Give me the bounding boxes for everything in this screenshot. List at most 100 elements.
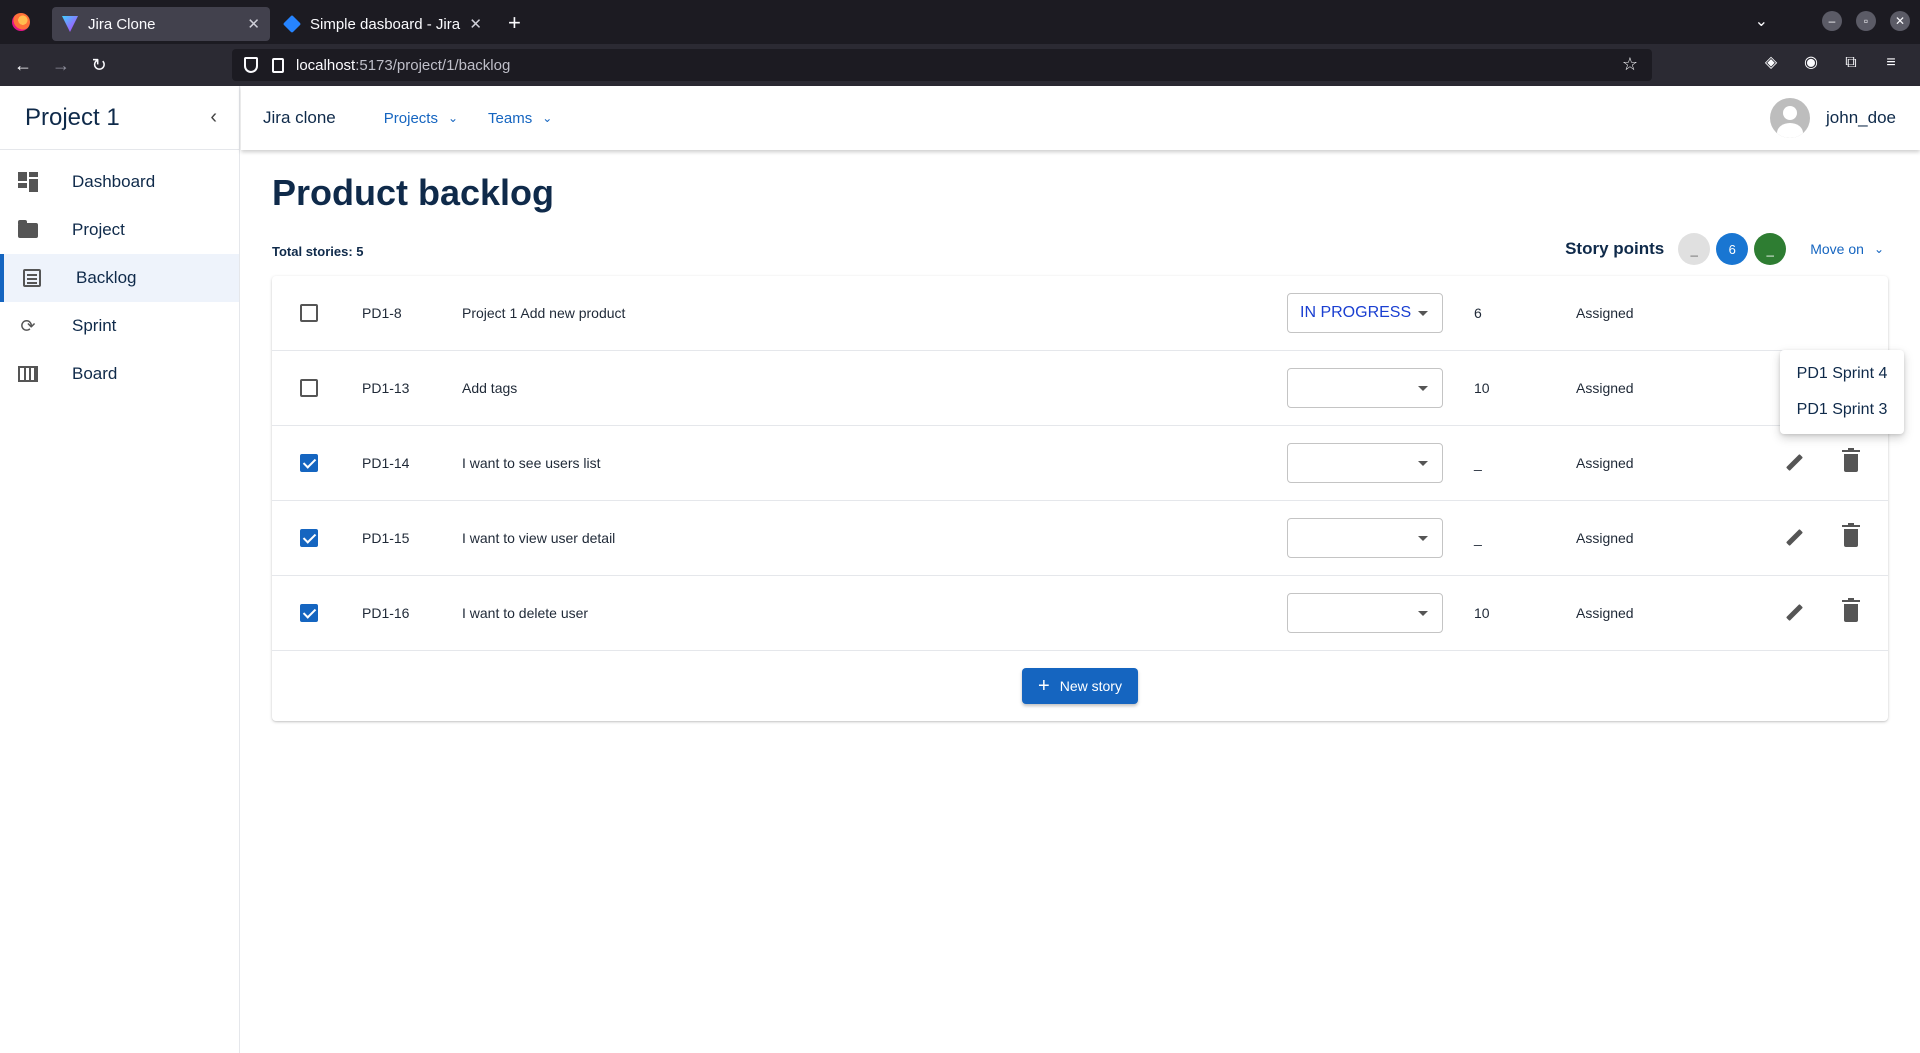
board-icon — [18, 364, 38, 384]
new-tab-icon[interactable]: + — [508, 10, 521, 36]
reload-icon[interactable]: ↻ — [84, 55, 114, 76]
story-points: 10 — [1474, 380, 1490, 396]
chevron-down-icon: ⌄ — [542, 111, 553, 125]
teams-menu-button[interactable]: Teams ⌄ — [488, 110, 552, 127]
menu-icon[interactable]: ≡ — [1882, 54, 1900, 72]
dashboard-icon — [18, 172, 38, 192]
move-on-menu: PD1 Sprint 4 PD1 Sprint 3 — [1780, 350, 1904, 434]
story-assignee: Assigned — [1576, 530, 1634, 546]
story-id: PD1-14 — [362, 455, 410, 471]
story-title: Project 1 Add new product — [462, 305, 626, 321]
firefox-logo-icon — [12, 13, 30, 31]
back-icon[interactable]: ← — [8, 55, 38, 76]
close-window-icon[interactable]: ✕ — [1890, 11, 1910, 31]
caret-down-icon — [1418, 386, 1428, 391]
delete-icon[interactable] — [1842, 598, 1860, 622]
caret-down-icon — [1418, 611, 1428, 616]
story-checkbox[interactable] — [300, 604, 318, 622]
story-checkbox[interactable] — [300, 529, 318, 547]
menu-item-sprint[interactable]: PD1 Sprint 4 — [1780, 356, 1904, 392]
page-title: Product backlog — [272, 172, 555, 213]
avatar[interactable] — [1770, 98, 1811, 138]
story-title: I want to delete user — [462, 605, 589, 621]
folder-icon — [18, 219, 38, 240]
menu-item-sprint[interactable]: PD1 Sprint 3 — [1780, 392, 1904, 428]
story-row: PD1-15 I want to view user detail _ Assigne… — [272, 501, 1888, 576]
new-story-button[interactable]: + New story — [1022, 668, 1138, 704]
brand-link[interactable]: Jira clone — [263, 108, 336, 128]
status-select[interactable] — [1287, 443, 1443, 483]
browser-tab-simple-dashboard[interactable]: Simple dasboard - Jira ✕ — [274, 7, 492, 41]
collapse-sidebar-icon[interactable]: ‹ — [210, 106, 217, 129]
minimize-icon[interactable]: – — [1822, 11, 1842, 31]
sync-icon: ⟳ — [20, 315, 36, 336]
total-stories: Total stories: 5 — [272, 244, 364, 259]
sidebar-item-board[interactable]: Board — [0, 350, 239, 398]
story-assignee: Assigned — [1576, 305, 1634, 321]
edit-icon[interactable] — [1784, 453, 1804, 473]
forward-icon[interactable]: → — [46, 55, 76, 76]
sidebar: Project 1 ‹ Dashboard Project Backlog ⟳ … — [0, 86, 240, 1053]
story-assignee: Assigned — [1576, 605, 1634, 621]
sidebar-item-backlog[interactable]: Backlog — [0, 254, 239, 302]
story-title: Add tags — [462, 380, 518, 396]
story-checkbox[interactable] — [300, 379, 318, 397]
account-icon[interactable]: ◉ — [1802, 54, 1820, 72]
story-points: 10 — [1474, 605, 1490, 621]
jira-favicon-icon — [282, 14, 302, 34]
move-on-label: Move on — [1810, 241, 1864, 257]
projects-menu-label: Projects — [383, 109, 438, 127]
shield-icon[interactable] — [244, 57, 258, 73]
story-row: PD1-16 I want to delete user 10 Assigned — [272, 576, 1888, 651]
status-select[interactable] — [1287, 593, 1443, 633]
sidebar-item-sprint[interactable]: ⟳ Sprint — [0, 302, 239, 350]
move-on-button[interactable]: Move on ⌄ — [1810, 241, 1884, 257]
sidebar-item-label: Board — [72, 364, 118, 383]
sidebar-item-dashboard[interactable]: Dashboard — [0, 158, 239, 206]
status-select[interactable] — [1287, 518, 1443, 558]
browser-tab-jira-clone[interactable]: Jira Clone ✕ — [52, 7, 270, 41]
bookmark-star-icon[interactable]: ☆ — [1622, 54, 1638, 75]
url-host: localhost — [296, 56, 356, 74]
story-row: PD1-13 Add tags 10 Assigned — [272, 351, 1888, 426]
story-points: 6 — [1474, 305, 1482, 321]
story-points-badge-in-progress: 6 — [1716, 233, 1749, 265]
list-tabs-chevron-icon[interactable]: ⌄ — [1755, 11, 1768, 31]
caret-down-icon — [1418, 536, 1428, 541]
status-select[interactable]: IN PROGRESS — [1287, 293, 1443, 333]
list-icon — [22, 268, 42, 288]
edit-icon[interactable] — [1784, 528, 1804, 548]
chevron-down-icon: ⌄ — [1873, 242, 1884, 256]
new-story-label: New story — [1059, 678, 1122, 694]
status-value: IN PROGRESS — [1300, 304, 1412, 321]
story-row: PD1-8 Project 1 Add new product IN PROGRES… — [272, 276, 1888, 351]
restore-icon[interactable]: ▫ — [1856, 11, 1876, 31]
story-checkbox[interactable] — [300, 454, 318, 472]
project-title: Project 1 — [25, 103, 120, 131]
status-select[interactable] — [1287, 368, 1443, 408]
story-title: I want to view user detail — [462, 530, 616, 546]
delete-icon[interactable] — [1842, 523, 1860, 547]
app: Project 1 ‹ Dashboard Project Backlog ⟳ … — [0, 86, 1920, 1053]
tab-title: Jira Clone — [88, 15, 156, 33]
close-tab-icon[interactable]: ✕ — [469, 15, 482, 33]
story-checkbox[interactable] — [300, 304, 318, 322]
sidebar-item-project[interactable]: Project — [0, 206, 239, 254]
extensions-icon[interactable]: ⧉ — [1842, 54, 1860, 72]
pocket-icon[interactable]: ◈ — [1762, 54, 1780, 72]
story-title: I want to see users list — [462, 455, 601, 471]
projects-menu-button[interactable]: Projects ⌄ — [384, 110, 458, 127]
caret-down-icon — [1418, 461, 1428, 466]
main-content: Product backlog Total stories: 5 Story p… — [272, 150, 1892, 721]
tab-title: Simple dasboard - Jira — [310, 15, 461, 33]
edit-icon[interactable] — [1784, 603, 1804, 623]
user-menu[interactable]: john_doe — [1770, 98, 1896, 138]
story-list: PD1-8 Project 1 Add new product IN PROGRES… — [272, 276, 1888, 721]
sidebar-item-label: Project — [72, 220, 125, 239]
delete-icon[interactable] — [1842, 448, 1860, 472]
url-bar[interactable]: localhost :5173/project/1/backlog ☆ — [232, 49, 1652, 81]
page-info-icon[interactable] — [272, 57, 284, 73]
close-tab-icon[interactable]: ✕ — [247, 15, 260, 33]
browser-navbar: ← → ↻ localhost :5173/project/1/backlog … — [0, 44, 1920, 86]
vite-favicon-icon — [62, 16, 78, 32]
